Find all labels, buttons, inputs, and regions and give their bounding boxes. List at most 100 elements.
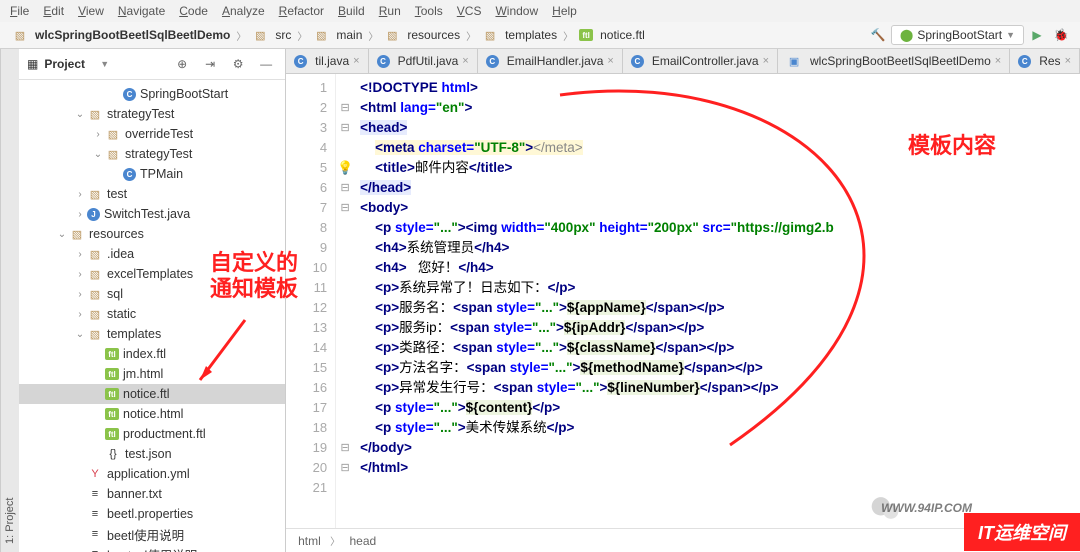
line-number[interactable]: 6: [286, 178, 327, 198]
tree-twisty-icon[interactable]: ⌄: [73, 329, 87, 340]
run-button[interactable]: ▶: [1026, 24, 1048, 46]
breadcrumb-segment[interactable]: ftlnotice.ftl: [575, 26, 649, 44]
tree-node[interactable]: Yapplication.yml: [19, 464, 285, 484]
code-line[interactable]: <!DOCTYPE html>: [360, 78, 1080, 98]
close-icon[interactable]: ×: [763, 55, 769, 67]
tree-twisty-icon[interactable]: ›: [73, 209, 87, 220]
tree-twisty-icon[interactable]: ›: [73, 269, 87, 280]
fold-marker[interactable]: [336, 78, 354, 98]
menu-edit[interactable]: Edit: [43, 4, 64, 18]
code-line[interactable]: <head>: [360, 118, 1080, 138]
code-line[interactable]: <p>方法名字：<span style="...">${methodName}<…: [360, 358, 1080, 378]
tree-node[interactable]: ›▧test: [19, 184, 285, 204]
menu-navigate[interactable]: Navigate: [118, 4, 165, 18]
code-line[interactable]: <title>邮件内容</title>: [360, 158, 1080, 178]
line-number[interactable]: 13: [286, 318, 327, 338]
breadcrumb-segment[interactable]: ▧wlcSpringBootBeetlSqlBeetlDemo: [8, 25, 234, 45]
project-panel-title[interactable]: Project: [44, 57, 94, 71]
project-tool-tab[interactable]: 1: Project: [0, 49, 19, 552]
code-line[interactable]: <p>系统异常了！日志如下：</p>: [360, 278, 1080, 298]
line-number[interactable]: 14: [286, 338, 327, 358]
code-line[interactable]: <h4> 您好！</h4>: [360, 258, 1080, 278]
menu-view[interactable]: View: [78, 4, 104, 18]
fold-marker[interactable]: ⊟: [336, 438, 354, 458]
tree-twisty-icon[interactable]: ›: [73, 309, 87, 320]
fold-marker[interactable]: [336, 138, 354, 158]
code-line[interactable]: </head>: [360, 178, 1080, 198]
line-number[interactable]: 10: [286, 258, 327, 278]
tree-node[interactable]: ⌄▧resources: [19, 224, 285, 244]
breadcrumb-segment[interactable]: ▧templates: [478, 25, 561, 45]
tree-node[interactable]: ftlnotice.ftl: [19, 384, 285, 404]
tree-node[interactable]: ›▧static: [19, 304, 285, 324]
tree-node[interactable]: ›JSwitchTest.java: [19, 204, 285, 224]
locate-icon[interactable]: ⊕: [171, 53, 193, 75]
menu-analyze[interactable]: Analyze: [222, 4, 265, 18]
structure-breadcrumb[interactable]: html 〉 head: [286, 528, 1080, 552]
tree-node[interactable]: ›▧.idea: [19, 244, 285, 264]
tree-node[interactable]: ≡beetl使用说明: [19, 524, 285, 544]
code-line[interactable]: <p style="...">美术传媒系统</p>: [360, 418, 1080, 438]
tree-node[interactable]: {}test.json: [19, 444, 285, 464]
fold-marker[interactable]: ⊟: [336, 458, 354, 478]
crumb-head[interactable]: head: [349, 534, 376, 548]
fold-marker[interactable]: 💡: [336, 158, 354, 178]
tree-twisty-icon[interactable]: ⌄: [91, 149, 105, 160]
fold-marker[interactable]: [336, 478, 354, 498]
line-number[interactable]: 11: [286, 278, 327, 298]
tree-twisty-icon[interactable]: ⌄: [73, 109, 87, 120]
line-number[interactable]: 2: [286, 98, 327, 118]
close-icon[interactable]: ×: [462, 55, 468, 67]
line-number[interactable]: 4: [286, 138, 327, 158]
code-line[interactable]: <p>异常发生行号：<span style="...">${lineNumber…: [360, 378, 1080, 398]
line-number[interactable]: 21: [286, 478, 327, 498]
code-line[interactable]: </body>: [360, 438, 1080, 458]
breadcrumb-path[interactable]: ▧wlcSpringBootBeetlSqlBeetlDemo〉▧src〉▧ma…: [8, 25, 865, 45]
code-line[interactable]: <html lang="en">: [360, 98, 1080, 118]
line-number[interactable]: 18: [286, 418, 327, 438]
breadcrumb-segment[interactable]: ▧main: [309, 25, 366, 45]
code-line[interactable]: <p style="..."><img width="400px" height…: [360, 218, 1080, 238]
fold-marker[interactable]: [336, 278, 354, 298]
fold-marker[interactable]: ⊟: [336, 118, 354, 138]
menu-run[interactable]: Run: [379, 4, 401, 18]
fold-marker[interactable]: [336, 418, 354, 438]
tree-node[interactable]: ftlproductment.ftl: [19, 424, 285, 444]
tree-node[interactable]: ⌄▧templates: [19, 324, 285, 344]
fold-marker[interactable]: [336, 398, 354, 418]
close-icon[interactable]: ×: [353, 55, 359, 67]
tree-node[interactable]: ≡banner.txt: [19, 484, 285, 504]
tree-twisty-icon[interactable]: ›: [73, 189, 87, 200]
collapse-icon[interactable]: ⇥: [199, 53, 221, 75]
fold-marker[interactable]: [336, 218, 354, 238]
editor-tab[interactable]: Ctil.java×: [286, 49, 368, 73]
debug-button[interactable]: 🐞: [1050, 24, 1072, 46]
code-line[interactable]: <p>服务ip：<span style="...">${ipAddr}</spa…: [360, 318, 1080, 338]
code-line[interactable]: [360, 478, 1080, 498]
editor-tab[interactable]: ▣wlcSpringBootBeetlSqlBeetlDemo×: [778, 49, 1010, 73]
project-tree[interactable]: CSpringBootStart⌄▧strategyTest›▧override…: [19, 80, 285, 552]
close-icon[interactable]: ×: [607, 55, 613, 67]
code-line[interactable]: <p style="...">${content}</p>: [360, 398, 1080, 418]
tree-node[interactable]: ftlnotice.html: [19, 404, 285, 424]
line-number[interactable]: 16: [286, 378, 327, 398]
menu-file[interactable]: File: [10, 4, 29, 18]
close-icon[interactable]: ×: [995, 55, 1001, 67]
line-number[interactable]: 17: [286, 398, 327, 418]
menu-tools[interactable]: Tools: [415, 4, 443, 18]
line-number-gutter[interactable]: 123456789101112131415161718192021: [286, 74, 336, 528]
fold-marker[interactable]: ⊟: [336, 198, 354, 218]
chevron-down-icon[interactable]: ▼: [100, 59, 109, 69]
editor-tabs[interactable]: Ctil.java×CPdfUtil.java×CEmailHandler.ja…: [286, 49, 1080, 74]
menu-help[interactable]: Help: [552, 4, 577, 18]
line-number[interactable]: 7: [286, 198, 327, 218]
line-number[interactable]: 15: [286, 358, 327, 378]
breadcrumb-segment[interactable]: ▧src: [248, 25, 295, 45]
editor-tab[interactable]: CEmailController.java×: [623, 49, 778, 73]
line-number[interactable]: 19: [286, 438, 327, 458]
code-line[interactable]: </html>: [360, 458, 1080, 478]
hide-icon[interactable]: —: [255, 53, 277, 75]
tree-node[interactable]: ftljm.html: [19, 364, 285, 384]
tree-twisty-icon[interactable]: ›: [73, 289, 87, 300]
code-editor[interactable]: <!DOCTYPE html><html lang="en"><head> <m…: [354, 74, 1080, 528]
